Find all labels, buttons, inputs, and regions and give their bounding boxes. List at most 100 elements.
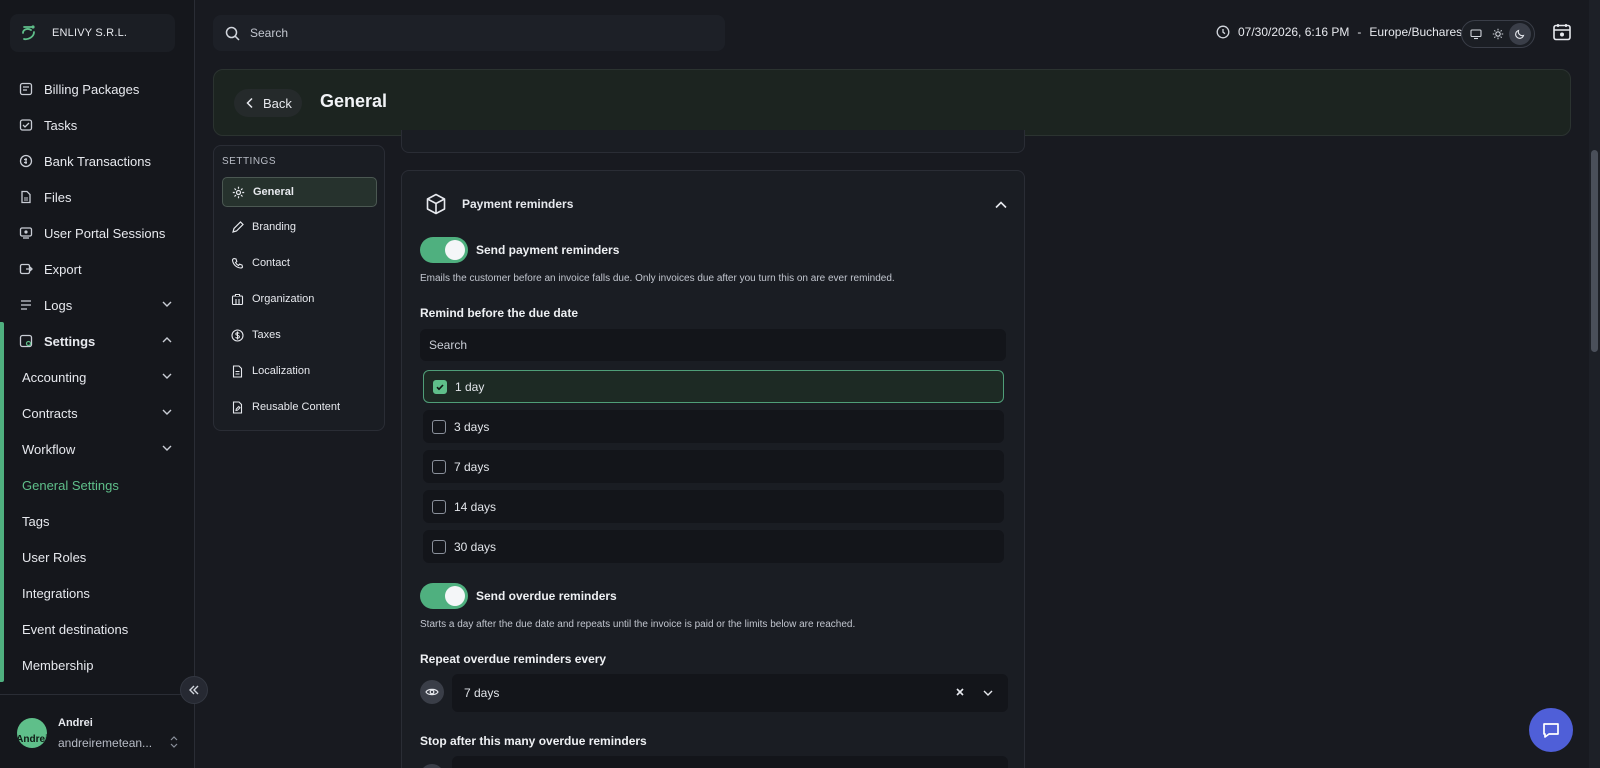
collapse-sidebar-button[interactable] bbox=[180, 676, 208, 704]
sidebar-item-user-roles[interactable]: User Roles bbox=[0, 539, 195, 575]
phone-icon bbox=[231, 257, 244, 270]
sidebar-item-general-settings[interactable]: General Settings bbox=[0, 467, 195, 503]
subnav-item-localization[interactable]: Localization bbox=[222, 356, 377, 386]
subnav-item-label: Taxes bbox=[252, 329, 281, 341]
sidebar-item-logs[interactable]: Logs bbox=[0, 287, 195, 323]
repeat-overdue-select[interactable]: 7 days bbox=[452, 674, 1008, 712]
sidebar-item-user-portal-sessions[interactable]: User Portal Sessions bbox=[0, 215, 195, 251]
pencil-icon bbox=[231, 220, 244, 234]
sidebar-item-label: Bank Transactions bbox=[44, 153, 151, 169]
billing-icon bbox=[18, 81, 34, 97]
brand-logo-icon bbox=[20, 24, 38, 42]
back-button[interactable]: Back bbox=[234, 89, 302, 117]
sidebar-item-label: Event destinations bbox=[22, 621, 129, 637]
organization-switcher[interactable]: ENLIVY S.R.L. bbox=[10, 14, 175, 52]
timezone: Europe/Bucharest bbox=[1369, 25, 1466, 39]
search-input[interactable]: Search bbox=[250, 26, 288, 40]
sidebar-item-accounting[interactable]: Accounting bbox=[0, 359, 195, 395]
sidebar-item-event-destinations[interactable]: Event destinations bbox=[0, 611, 195, 647]
chevron-down-icon bbox=[161, 370, 173, 382]
sidebar-item-workflow[interactable]: Workflow bbox=[0, 431, 195, 467]
remind-option-14-days[interactable]: 14 days bbox=[423, 490, 1004, 523]
theme-switcher[interactable] bbox=[1461, 20, 1535, 48]
remind-option-30-days[interactable]: 30 days bbox=[423, 530, 1004, 563]
sidebar-item-bank-transactions[interactable]: Bank Transactions bbox=[0, 143, 195, 179]
chevron-up-icon[interactable] bbox=[994, 198, 1008, 212]
settings-icon bbox=[18, 333, 34, 349]
option-label: 1 day bbox=[455, 379, 485, 394]
sidebar-item-label: Integrations bbox=[22, 585, 90, 601]
sidebar-item-files[interactable]: Files bbox=[0, 179, 195, 215]
sidebar-item-tags[interactable]: Tags bbox=[0, 503, 195, 539]
subnav-item-label: Contact bbox=[252, 257, 290, 269]
sidebar-item-integrations[interactable]: Integrations bbox=[0, 575, 195, 611]
logs-icon bbox=[18, 297, 34, 313]
checkbox[interactable] bbox=[432, 419, 446, 434]
checkbox-checked[interactable] bbox=[433, 379, 447, 394]
sidebar-item-label: Files bbox=[44, 189, 72, 205]
close-icon[interactable] bbox=[954, 686, 966, 698]
page-scrollbar[interactable] bbox=[1589, 0, 1600, 768]
sidebar-item-label: Workflow bbox=[22, 441, 76, 457]
visibility-toggle-button[interactable] bbox=[420, 764, 444, 768]
subnav-item-label: Reusable Content bbox=[252, 401, 341, 413]
calendar-icon[interactable] bbox=[1552, 22, 1572, 42]
sidebar-item-contracts[interactable]: Contracts bbox=[0, 395, 195, 431]
document-edit-icon bbox=[231, 400, 244, 414]
checkbox[interactable] bbox=[432, 539, 446, 554]
remind-before-search-input[interactable]: Search bbox=[420, 329, 1006, 361]
subnav-item-reusable-content[interactable]: Reusable Content bbox=[222, 392, 377, 422]
sidebar-item-settings[interactable]: Settings bbox=[0, 323, 195, 359]
subnav-item-general[interactable]: General bbox=[222, 177, 377, 207]
sidebar-item-label: User Roles bbox=[22, 549, 87, 565]
datetime-display: 07/30/2026, 6:16 PM - Europe/Bucharest bbox=[1216, 25, 1465, 39]
subnav-title: SETTINGS bbox=[222, 156, 277, 167]
checkbox[interactable] bbox=[432, 499, 446, 514]
moon-icon[interactable] bbox=[1509, 23, 1531, 45]
bank-icon bbox=[18, 153, 34, 169]
monitor-icon[interactable] bbox=[1465, 23, 1487, 45]
chat-support-button[interactable] bbox=[1529, 708, 1573, 752]
send-overdue-reminders-label: Send overdue reminders bbox=[476, 589, 617, 603]
avatar: Andrei bbox=[17, 718, 47, 748]
package-icon bbox=[424, 192, 448, 216]
sidebar-item-label: Accounting bbox=[22, 369, 87, 385]
sidebar-item-tasks[interactable]: Tasks bbox=[0, 107, 195, 143]
global-search[interactable]: Search bbox=[213, 15, 725, 51]
user-menu[interactable]: Andrei Andrei andreiremetean... bbox=[0, 694, 195, 768]
sidebar-item-billing-packages[interactable]: Billing Packages bbox=[0, 71, 195, 107]
sun-icon[interactable] bbox=[1487, 23, 1509, 45]
chat-icon bbox=[1541, 720, 1561, 740]
sidebar-nav: Billing Packages Tasks Bank Transactions… bbox=[0, 71, 195, 683]
chevron-down-icon[interactable] bbox=[982, 687, 994, 699]
subnav-item-organization[interactable]: Organization bbox=[222, 284, 377, 314]
send-payment-reminders-label: Send payment reminders bbox=[476, 243, 620, 257]
chevron-updown-icon[interactable] bbox=[169, 735, 179, 749]
organization-name: ENLIVY S.R.L. bbox=[52, 27, 128, 39]
current-datetime: 07/30/2026, 6:16 PM bbox=[1238, 25, 1350, 39]
remind-option-7-days[interactable]: 7 days bbox=[423, 450, 1004, 483]
remind-option-1-day[interactable]: 1 day bbox=[423, 370, 1004, 403]
chevron-left-icon bbox=[245, 97, 255, 109]
search-icon bbox=[225, 26, 240, 41]
send-payment-reminders-toggle[interactable] bbox=[420, 237, 468, 263]
sidebar-item-membership[interactable]: Membership bbox=[0, 647, 195, 683]
checkbox[interactable] bbox=[432, 459, 446, 474]
scrollbar-thumb[interactable] bbox=[1591, 150, 1598, 352]
sidebar: ENLIVY S.R.L. Billing Packages Tasks Ban… bbox=[0, 0, 195, 768]
datetime-separator: - bbox=[1357, 25, 1362, 39]
option-label: 14 days bbox=[454, 499, 497, 514]
sidebar-item-export[interactable]: Export bbox=[0, 251, 195, 287]
visibility-toggle-button[interactable] bbox=[420, 680, 444, 704]
settings-subnav: SETTINGS General Branding Contact Organi… bbox=[213, 145, 385, 431]
send-overdue-reminders-toggle[interactable] bbox=[420, 583, 468, 609]
subnav-item-contact[interactable]: Contact bbox=[222, 248, 377, 278]
remind-before-label: Remind before the due date bbox=[420, 306, 579, 320]
remind-option-3-days[interactable]: 3 days bbox=[423, 410, 1004, 443]
stop-after-select[interactable] bbox=[452, 756, 1008, 768]
subnav-item-branding[interactable]: Branding bbox=[222, 212, 377, 242]
page-header: Back General bbox=[213, 69, 1571, 136]
chevron-down-icon bbox=[161, 442, 173, 454]
subnav-item-taxes[interactable]: Taxes bbox=[222, 320, 377, 350]
subnav-item-label: General bbox=[253, 186, 294, 198]
